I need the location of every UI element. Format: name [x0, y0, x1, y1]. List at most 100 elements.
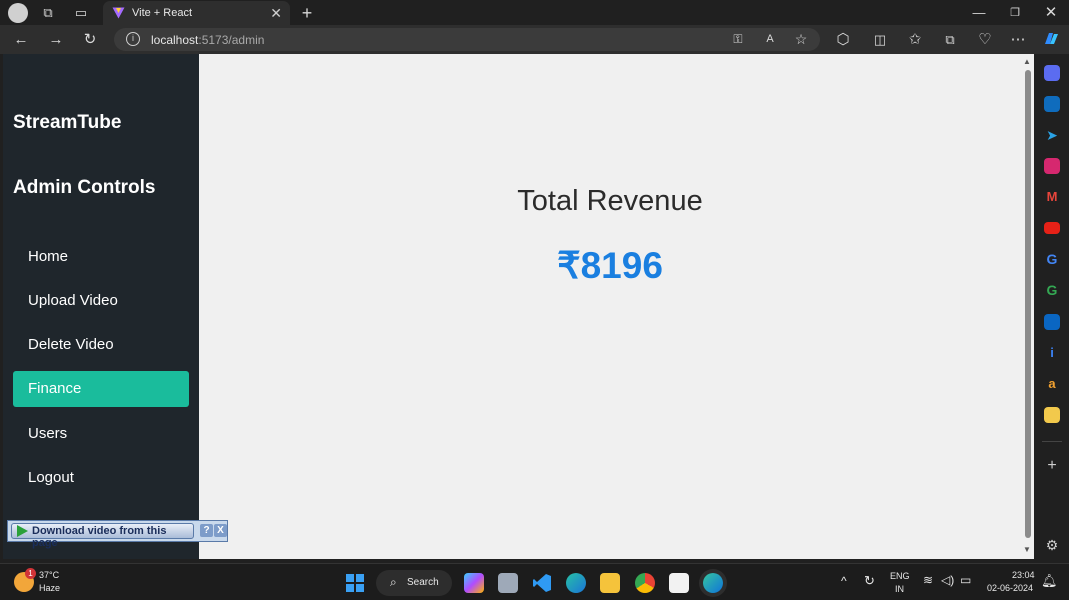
total-revenue-heading: Total Revenue	[517, 185, 703, 217]
language-code[interactable]: ENG	[890, 571, 910, 581]
read-aloud-icon[interactable]: A	[760, 29, 780, 49]
search-icon: ⌕	[390, 575, 397, 589]
windows-taskbar: 1 37°C Haze ⌕ Search ^ ↻ ENG IN ≋ ◁) ▭ 2…	[0, 563, 1069, 600]
site-info-icon[interactable]: i	[126, 32, 140, 46]
forward-icon[interactable]: →	[46, 30, 66, 50]
total-revenue-amount: ₹8196	[557, 245, 663, 286]
instagram-icon[interactable]	[1044, 158, 1060, 174]
sidebar-item-finance[interactable]: Finance	[13, 371, 189, 407]
browser-essentials-icon[interactable]: ♡	[975, 30, 995, 50]
sidebar-divider	[1042, 441, 1062, 442]
url-host: localhost	[151, 33, 199, 47]
task-view-icon[interactable]	[498, 573, 518, 593]
web-page: StreamTube Admin Controls Home Upload Vi…	[3, 54, 1034, 559]
new-tab-icon[interactable]: +	[298, 4, 316, 22]
tab-actions-icon[interactable]: ▭	[72, 4, 90, 22]
tab-close-icon[interactable]: ✕	[270, 5, 282, 22]
download-video-label: Download video from this page	[32, 525, 167, 549]
add-app-icon[interactable]: +	[1044, 458, 1060, 474]
more-menu-icon[interactable]: ⋯	[1008, 30, 1028, 50]
download-video-button[interactable]: Download video from this page	[11, 523, 194, 549]
address-bar[interactable]: i localhost:5173/admin ⚿ A ☆	[114, 28, 820, 51]
admin-sidebar: StreamTube Admin Controls Home Upload Vi…	[3, 54, 199, 559]
info-app-icon[interactable]: i	[1044, 345, 1060, 361]
microsoft-store-icon[interactable]	[669, 573, 689, 593]
minimize-icon[interactable]: —	[970, 4, 988, 22]
url-path: :5173/admin	[198, 33, 265, 47]
url-text[interactable]: localhost:5173/admin	[151, 33, 264, 47]
search-label: Search	[407, 577, 439, 588]
vite-logo-icon	[112, 6, 125, 19]
gmail-icon[interactable]: M	[1044, 189, 1060, 205]
edge-browser-icon[interactable]	[703, 573, 723, 593]
sidebar-item-logout[interactable]: Logout	[13, 460, 189, 496]
sidebar-item-label: Upload Video	[28, 292, 118, 309]
split-screen-icon[interactable]: ◫	[870, 30, 890, 50]
refresh-icon[interactable]: ↻	[80, 30, 100, 50]
close-widget-button[interactable]: X	[214, 524, 227, 537]
window-close-icon[interactable]: ✕	[1042, 4, 1060, 22]
workspaces-icon[interactable]: ⧉	[39, 4, 57, 22]
file-explorer-icon[interactable]	[600, 573, 620, 593]
copilot-taskbar-icon[interactable]	[464, 573, 484, 593]
copilot-icon[interactable]	[1041, 30, 1061, 50]
sidebar-item-label: Home	[28, 248, 69, 265]
weather-temp[interactable]: 37°C	[39, 570, 59, 580]
start-windows-icon[interactable]	[345, 573, 365, 593]
sidebar-item-upload-video[interactable]: Upload Video	[13, 283, 189, 319]
sidebar-item-label: Finance	[28, 380, 82, 397]
notifications-bell-icon[interactable]: 🔔︎	[1041, 573, 1058, 589]
back-icon[interactable]: ←	[11, 30, 31, 50]
extensions-icon[interactable]: ⬡	[833, 30, 853, 50]
volume-icon[interactable]: ◁)	[941, 573, 954, 587]
chrome-icon[interactable]	[635, 573, 655, 593]
wifi-icon[interactable]: ≋	[923, 573, 933, 587]
scroll-up-icon[interactable]: ▲	[1023, 57, 1031, 66]
battery-icon[interactable]: ▭	[960, 573, 971, 587]
favorite-star-icon[interactable]: ☆	[791, 29, 811, 49]
youtube-icon[interactable]	[1044, 222, 1060, 234]
sync-icon[interactable]: ↻	[864, 573, 875, 589]
help-button[interactable]: ?	[200, 524, 213, 537]
sidebar-item-delete-video[interactable]: Delete Video	[13, 327, 189, 363]
telegram-icon[interactable]: ➤	[1044, 127, 1060, 143]
outlook-icon[interactable]	[1044, 96, 1060, 112]
sidebar-item-label: Delete Video	[28, 336, 114, 353]
sidebar-item-label: Logout	[28, 469, 74, 486]
collections-icon[interactable]: ⧉	[940, 30, 960, 50]
weather-badge: 1	[25, 568, 36, 579]
google-icon[interactable]: G	[1044, 251, 1060, 267]
clock-time[interactable]: 23:04	[1012, 570, 1035, 580]
sticky-notes-icon[interactable]	[1044, 407, 1060, 423]
weather-desc[interactable]: Haze	[39, 583, 60, 593]
linkedin-icon[interactable]	[1044, 314, 1060, 330]
sidebar-item-home[interactable]: Home	[13, 239, 189, 275]
language-region[interactable]: IN	[895, 584, 904, 594]
restore-icon[interactable]: ❐	[1006, 4, 1024, 22]
brand-title[interactable]: StreamTube	[13, 112, 121, 134]
page-scrollbar[interactable]: ▲ ▼	[1022, 54, 1034, 559]
tab-active[interactable]: Vite + React ✕	[103, 1, 290, 25]
taskbar-search[interactable]: ⌕ Search	[376, 570, 452, 596]
play-icon	[17, 525, 28, 537]
google-alt-icon[interactable]: G	[1044, 282, 1060, 298]
sidebar-item-users[interactable]: Users	[13, 416, 189, 452]
clock-date[interactable]: 02-06-2024	[987, 583, 1033, 593]
edge-dev-icon[interactable]	[566, 573, 586, 593]
tab-strip: ⧉ ▭ Vite + React ✕ + — ❐ ✕	[0, 0, 1069, 25]
download-video-widget: Download video from this page ? X	[7, 520, 228, 549]
admin-controls-heading: Admin Controls	[13, 177, 156, 198]
scroll-thumb[interactable]	[1025, 70, 1031, 538]
profile-avatar-icon[interactable]	[8, 3, 28, 23]
password-key-icon[interactable]: ⚿	[728, 29, 748, 49]
tab-title: Vite + React	[132, 7, 193, 19]
scroll-down-icon[interactable]: ▼	[1023, 545, 1031, 554]
browser-toolbar: ← → ↻ i localhost:5173/admin ⚿ A ☆ ⬡ ◫ ✩…	[0, 25, 1069, 54]
sidebar-item-label: Users	[28, 425, 68, 442]
amazon-icon[interactable]: a	[1044, 376, 1060, 392]
settings-gear-icon[interactable]: ⚙	[1044, 537, 1060, 553]
copilot-app-icon[interactable]	[1044, 65, 1060, 81]
favorites-icon[interactable]: ✩	[905, 30, 925, 50]
vscode-icon[interactable]	[532, 573, 552, 593]
show-hidden-icons-chevron-icon[interactable]: ^	[841, 574, 847, 588]
